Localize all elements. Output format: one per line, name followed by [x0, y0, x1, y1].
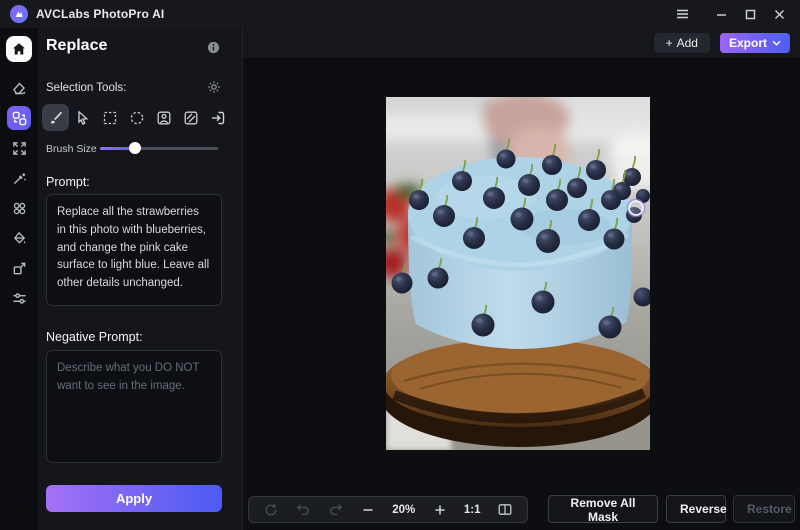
reset-icon[interactable]: [263, 503, 279, 517]
apply-button[interactable]: Apply: [46, 485, 222, 512]
magic-brush-icon: [12, 171, 27, 186]
tool-portrait-select[interactable]: [150, 104, 177, 131]
brush-size-slider[interactable]: [100, 140, 220, 156]
menu-icon[interactable]: [671, 4, 693, 24]
prompt-label: Prompt:: [46, 175, 90, 189]
tool-ellipse-select[interactable]: [123, 104, 150, 131]
slider-thumb[interactable]: [129, 142, 141, 154]
compare-icon[interactable]: [497, 503, 513, 516]
zoom-toolbar: 20% 1:1: [248, 496, 528, 523]
negative-prompt-label: Negative Prompt:: [46, 330, 143, 344]
tool-invert-select[interactable]: [204, 104, 231, 131]
selection-tools-row: [42, 104, 231, 131]
brush-size-label: Brush Size: [46, 143, 97, 155]
export-button-label: Export: [729, 36, 767, 50]
rail-item-magic-brush[interactable]: [7, 170, 31, 186]
canvas-area[interactable]: 20% 1:1 Remove All Mask Reverse Restore: [243, 58, 800, 530]
tool-background-select[interactable]: [177, 104, 204, 131]
tool-rect-select[interactable]: [96, 104, 123, 131]
app-window: AVCLabs PhotoPro AI: [0, 0, 800, 530]
chevron-down-icon: [772, 40, 781, 46]
expand-icon: [12, 141, 27, 156]
tool-brush[interactable]: [42, 104, 69, 131]
add-button-label: Add: [677, 36, 698, 50]
export-button[interactable]: Export: [720, 33, 790, 53]
resize-icon: [12, 261, 27, 276]
zoom-level[interactable]: 20%: [392, 504, 415, 516]
tool-cursor[interactable]: [69, 104, 96, 131]
brush-cursor: [628, 200, 645, 217]
tool-rail: [0, 28, 38, 530]
gear-icon[interactable]: [207, 80, 221, 97]
minimize-icon[interactable]: [710, 4, 732, 24]
brush-icon: [48, 110, 64, 126]
object-replace-icon: [12, 111, 27, 126]
maximize-icon[interactable]: [739, 4, 761, 24]
remove-all-mask-button[interactable]: Remove All Mask: [548, 495, 658, 523]
ratio-button[interactable]: 1:1: [464, 504, 481, 516]
eraser-icon: [11, 80, 27, 96]
zoom-out-icon[interactable]: [360, 504, 376, 516]
restore-button: Restore: [733, 495, 795, 523]
reverse-button[interactable]: Reverse: [666, 495, 726, 523]
selection-tools-label: Selection Tools:: [46, 82, 126, 94]
invert-select-icon: [210, 110, 226, 126]
rail-item-adjustments[interactable]: [7, 290, 31, 306]
add-button[interactable]: + Add: [654, 33, 710, 53]
prompt-input[interactable]: Replace all the strawberries in this pho…: [46, 194, 222, 306]
ellipse-select-icon: [129, 110, 145, 126]
canvas-header: + Add Export: [243, 28, 800, 58]
cursor-icon: [75, 110, 91, 126]
rect-select-icon: [102, 110, 118, 126]
rail-item-effects[interactable]: [7, 200, 31, 216]
rail-item-paint-bucket[interactable]: [7, 230, 31, 246]
plus-icon: +: [666, 36, 673, 50]
rail-item-eraser[interactable]: [7, 80, 31, 96]
zoom-in-icon[interactable]: [432, 504, 448, 516]
undo-icon[interactable]: [295, 503, 311, 516]
app-logo-icon: [10, 5, 28, 23]
background-select-icon: [183, 110, 199, 126]
effects-icon: [12, 201, 27, 216]
sliders-icon: [12, 291, 27, 306]
close-icon[interactable]: [768, 4, 790, 24]
negative-prompt-input[interactable]: [46, 350, 222, 463]
replace-panel: Replace Selection Tools:: [38, 28, 243, 530]
home-button[interactable]: [6, 36, 32, 62]
rail-item-replace[interactable]: [7, 106, 31, 130]
rail-item-resize[interactable]: [7, 260, 31, 276]
redo-icon[interactable]: [328, 503, 344, 516]
rail-item-expand[interactable]: [7, 140, 31, 156]
portrait-select-icon: [156, 110, 172, 126]
home-icon: [11, 41, 27, 57]
info-icon[interactable]: [207, 41, 220, 57]
app-title: AVCLabs PhotoPro AI: [36, 7, 164, 21]
titlebar: AVCLabs PhotoPro AI: [0, 0, 800, 28]
photo-cake-image[interactable]: [386, 97, 650, 450]
page-title: Replace: [46, 37, 107, 55]
paint-bucket-icon: [12, 231, 27, 246]
